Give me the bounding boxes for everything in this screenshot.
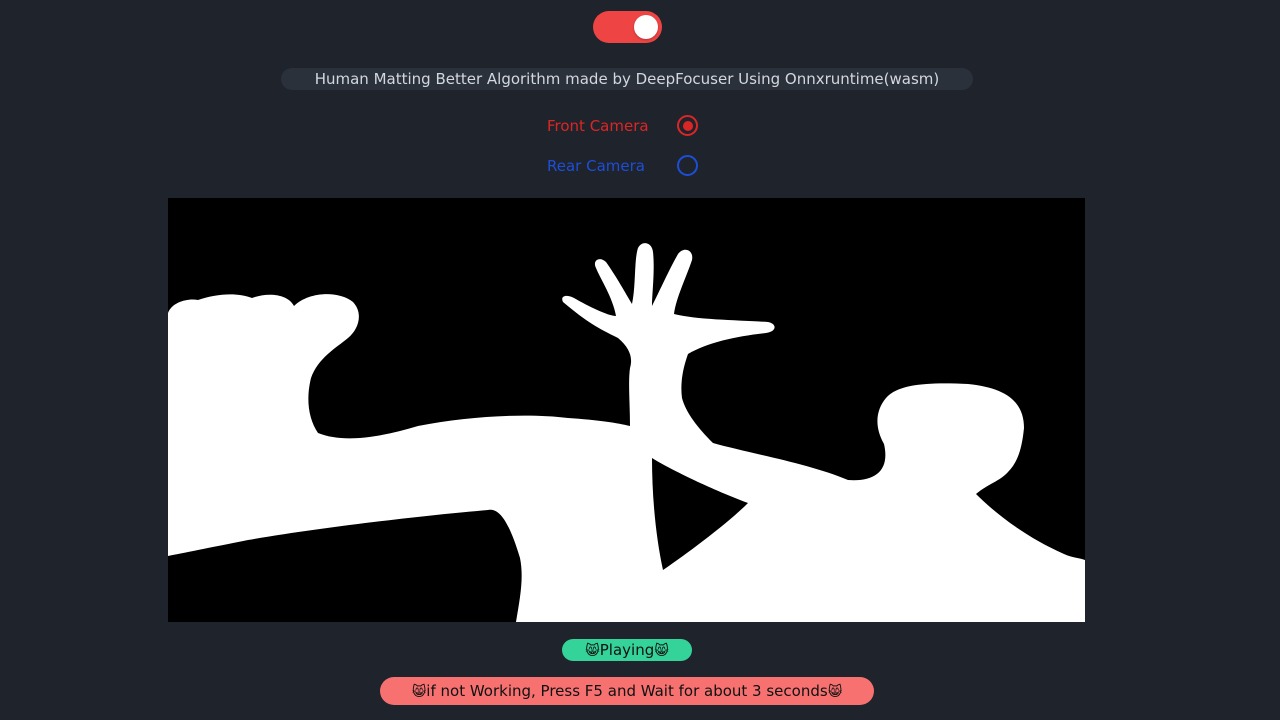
toggle-knob xyxy=(634,15,658,39)
refresh-hint-badge: 😸if not Working, Press F5 and Wait for a… xyxy=(380,677,874,705)
playing-status-badge: 😸Playing😸 xyxy=(562,639,692,661)
front-camera-radio[interactable] xyxy=(677,115,698,136)
warning-text: if not Working, Press F5 and Wait for ab… xyxy=(426,682,828,700)
cat-icon: 😸 xyxy=(654,643,669,659)
front-camera-option[interactable]: Front Camera xyxy=(547,114,698,138)
processing-toggle[interactable] xyxy=(593,11,662,43)
app-page: Human Matting Better Algorithm made by D… xyxy=(0,0,1280,720)
cat-icon: 😸 xyxy=(411,684,427,700)
matting-output-canvas xyxy=(168,198,1085,622)
status-text: Playing xyxy=(599,641,655,659)
rear-camera-label: Rear Camera xyxy=(547,157,645,175)
cat-icon: 😸 xyxy=(827,684,843,700)
alpha-matte-image xyxy=(168,198,1085,622)
rear-camera-radio[interactable] xyxy=(677,155,698,176)
subtitle-badge: Human Matting Better Algorithm made by D… xyxy=(281,68,973,90)
cat-icon: 😸 xyxy=(585,643,600,659)
radio-selected-dot xyxy=(682,120,693,131)
front-camera-label: Front Camera xyxy=(547,117,649,135)
rear-camera-option[interactable]: Rear Camera xyxy=(547,154,698,178)
